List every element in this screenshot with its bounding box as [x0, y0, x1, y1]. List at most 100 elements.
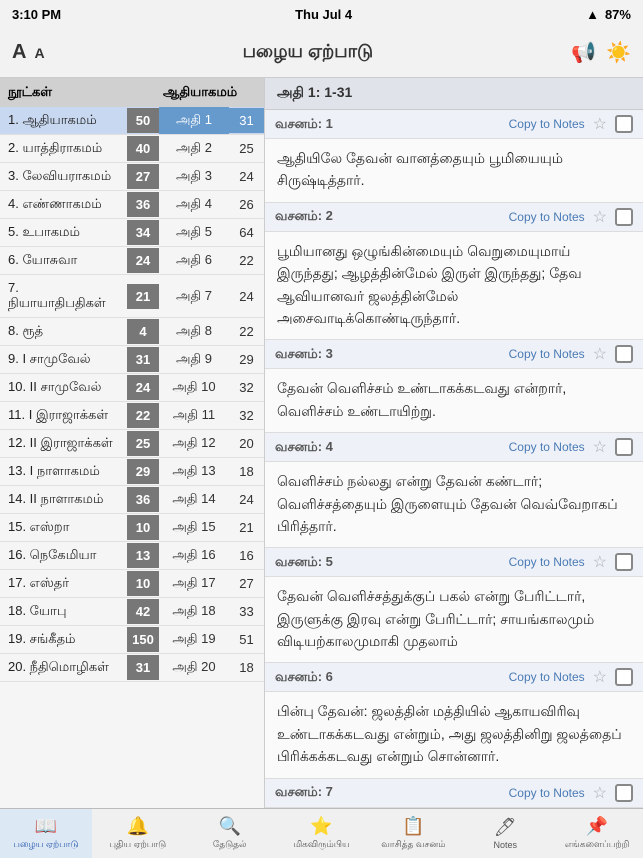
chapter-count: 150 [127, 627, 159, 652]
tab-எங்களைப்பற்றி[interactable]: 📌 எங்களைப்பற்றி [551, 809, 643, 858]
copy-notes-button[interactable]: Copy to Notes [509, 786, 585, 800]
verse-checkbox[interactable] [615, 115, 633, 133]
copy-notes-button[interactable]: Copy to Notes [509, 670, 585, 684]
sidebar-item[interactable]: 8. ரூத் 4 அதி 8 22 [0, 318, 264, 346]
copy-notes-button[interactable]: Copy to Notes [509, 210, 585, 224]
verse-count: 31 [229, 108, 264, 133]
verse-header: வசனம்: 2 Copy to Notes ☆ [265, 203, 643, 232]
verse-text: வெளிச்சம் நல்லது என்று தேவன் கண்டார்; வெ… [265, 462, 643, 547]
verse-actions: Copy to Notes ☆ [509, 783, 633, 803]
tab-label: வாசித்த வசனம் [381, 839, 445, 851]
sidebar-item[interactable]: 7. நியாயாதிபதிகள் 21 அதி 7 24 [0, 275, 264, 318]
verse-checkbox[interactable] [615, 438, 633, 456]
sidebar-item[interactable]: 9. I சாமுவேல் 31 அதி 9 29 [0, 346, 264, 374]
main-layout: நூட்கள் ஆதியாகமம் 1. ஆதியாகமம் 50 அதி 1 … [0, 78, 643, 808]
chapter-label: அதி 16 [159, 542, 229, 569]
tab-மிகவிரும்பிய[interactable]: ⭐ மிகவிரும்பிய [276, 809, 368, 858]
verse-checkbox[interactable] [615, 784, 633, 802]
book-name: 18. யோபு [0, 598, 127, 625]
sidebar-item[interactable]: 2. யாத்திராகமம் 40 அதி 2 25 [0, 135, 264, 163]
book-name: 9. I சாமுவேல் [0, 346, 127, 373]
sidebar-item[interactable]: 14. II நாளாகமம் 36 அதி 14 24 [0, 486, 264, 514]
tab-புதிய-ஏற்பாடு[interactable]: 🔔 புதிய ஏற்பாடு [92, 809, 184, 858]
chapter-label: அதி 3 [159, 163, 229, 190]
copy-notes-button[interactable]: Copy to Notes [509, 555, 585, 569]
tab-வாசித்த-வசனம்[interactable]: 📋 வாசித்த வசனம் [367, 809, 459, 858]
tab-icon: 🔍 [218, 816, 240, 837]
font-increase-button[interactable]: A [12, 41, 26, 64]
sidebar-item[interactable]: 4. எண்ணாகமம் 36 அதி 4 26 [0, 191, 264, 219]
battery-indicator: 87% [605, 7, 631, 22]
brightness-icon[interactable]: ☀️ [606, 40, 631, 65]
bookmark-icon[interactable]: ☆ [593, 783, 607, 803]
tab-தேடுதல்[interactable]: 🔍 தேடுதல் [184, 809, 276, 858]
tab-icon: 📋 [402, 816, 424, 837]
book-name: 17. எஸ்தர் [0, 570, 127, 597]
book-name: 19. சங்கீதம் [0, 626, 127, 653]
verse-count: 24 [229, 164, 264, 189]
megaphone-icon[interactable]: 📢 [571, 40, 596, 65]
chapter-count: 40 [127, 136, 159, 161]
tab-பழைய-ஏற்பாடு[interactable]: 📖 பழைய ஏற்பாடு [0, 809, 92, 858]
tab-icon: 🖊 [494, 817, 517, 838]
chapter-count: 22 [127, 403, 159, 428]
verse-checkbox[interactable] [615, 345, 633, 363]
copy-notes-button[interactable]: Copy to Notes [509, 440, 585, 454]
verse-checkbox[interactable] [615, 553, 633, 571]
chapter-label: அதி 9 [159, 346, 229, 373]
page-title: பழைய ஏற்பாடு [45, 41, 572, 64]
copy-notes-button[interactable]: Copy to Notes [509, 117, 585, 131]
copy-notes-button[interactable]: Copy to Notes [509, 347, 585, 361]
chapter-label: அதி 15 [159, 514, 229, 541]
sidebar-verses-header [229, 78, 264, 107]
sidebar-item[interactable]: 3. லேவியராகமம் 27 அதி 3 24 [0, 163, 264, 191]
sidebar-item[interactable]: 18. யோபு 42 அதி 18 33 [0, 598, 264, 626]
chapter-label: அதி 6 [159, 247, 229, 274]
verse-checkbox[interactable] [615, 668, 633, 686]
book-name: 2. யாத்திராகமம் [0, 135, 127, 162]
verse-count: 24 [229, 284, 264, 309]
verse-header: வசனம்: 6 Copy to Notes ☆ [265, 663, 643, 692]
sidebar-item[interactable]: 6. யோசுவா 24 அதி 6 22 [0, 247, 264, 275]
verse-count: 32 [229, 403, 264, 428]
verse-text: ஆதியிலே தேவன் வானத்தையும் பூமியையும் சிர… [265, 139, 643, 202]
verse-text: பூமியானது ஒழுங்கின்மையும் வெறுமையுமாய் இ… [265, 232, 643, 340]
sidebar-item[interactable]: 10. II சாமுவேல் 24 அதி 10 32 [0, 374, 264, 402]
verse-text: தேவன் வெளிச்சம் உண்டாகக்கடவது என்றார், வ… [265, 369, 643, 432]
book-name: 1. ஆதியாகமம் [0, 107, 127, 134]
sidebar-item[interactable]: 19. சங்கீதம் 150 அதி 19 51 [0, 626, 264, 654]
sidebar-item[interactable]: 15. எஸ்றா 10 அதி 15 21 [0, 514, 264, 542]
book-name: 3. லேவியராகமம் [0, 163, 127, 190]
bookmark-icon[interactable]: ☆ [593, 552, 607, 572]
bookmark-icon[interactable]: ☆ [593, 437, 607, 457]
sidebar-item[interactable]: 1. ஆதியாகமம் 50 அதி 1 31 [0, 107, 264, 135]
verse-count: 64 [229, 220, 264, 245]
verse-header: வசனம்: 7 Copy to Notes ☆ [265, 779, 643, 808]
chapter-label: அதி 1 [159, 107, 229, 134]
tab-notes[interactable]: 🖊 Notes [459, 809, 551, 858]
chapter-label: அதி 8 [159, 318, 229, 345]
chapter-count: 31 [127, 655, 159, 680]
chapter-count: 25 [127, 431, 159, 456]
bookmark-icon[interactable]: ☆ [593, 667, 607, 687]
bookmark-icon[interactable]: ☆ [593, 114, 607, 134]
sidebar-item[interactable]: 20. நீதிமொழிகள் 31 அதி 20 18 [0, 654, 264, 682]
verse-actions: Copy to Notes ☆ [509, 552, 633, 572]
sidebar-item[interactable]: 5. உபாகமம் 34 அதி 5 64 [0, 219, 264, 247]
chapter-count: 4 [127, 319, 159, 344]
tab-label: Notes [493, 840, 517, 850]
verse-label: வசனம்: 7 [275, 784, 333, 801]
tab-label: பழைய ஏற்பாடு [13, 839, 78, 851]
book-name: 11. I இராஜாக்கள் [0, 402, 127, 429]
font-decrease-button[interactable]: A [34, 45, 44, 61]
bookmark-icon[interactable]: ☆ [593, 344, 607, 364]
sidebar-item[interactable]: 12. II இராஜாக்கள் 25 அதி 12 20 [0, 430, 264, 458]
sidebar-item[interactable]: 13. I நாளாகமம் 29 அதி 13 18 [0, 458, 264, 486]
sidebar-item[interactable]: 16. நெகேமியா 13 அதி 16 16 [0, 542, 264, 570]
verse-checkbox[interactable] [615, 208, 633, 226]
chapter-count: 21 [127, 284, 159, 309]
bookmark-icon[interactable]: ☆ [593, 207, 607, 227]
verse-count: 29 [229, 347, 264, 372]
sidebar-item[interactable]: 11. I இராஜாக்கள் 22 அதி 11 32 [0, 402, 264, 430]
sidebar-item[interactable]: 17. எஸ்தர் 10 அதி 17 27 [0, 570, 264, 598]
